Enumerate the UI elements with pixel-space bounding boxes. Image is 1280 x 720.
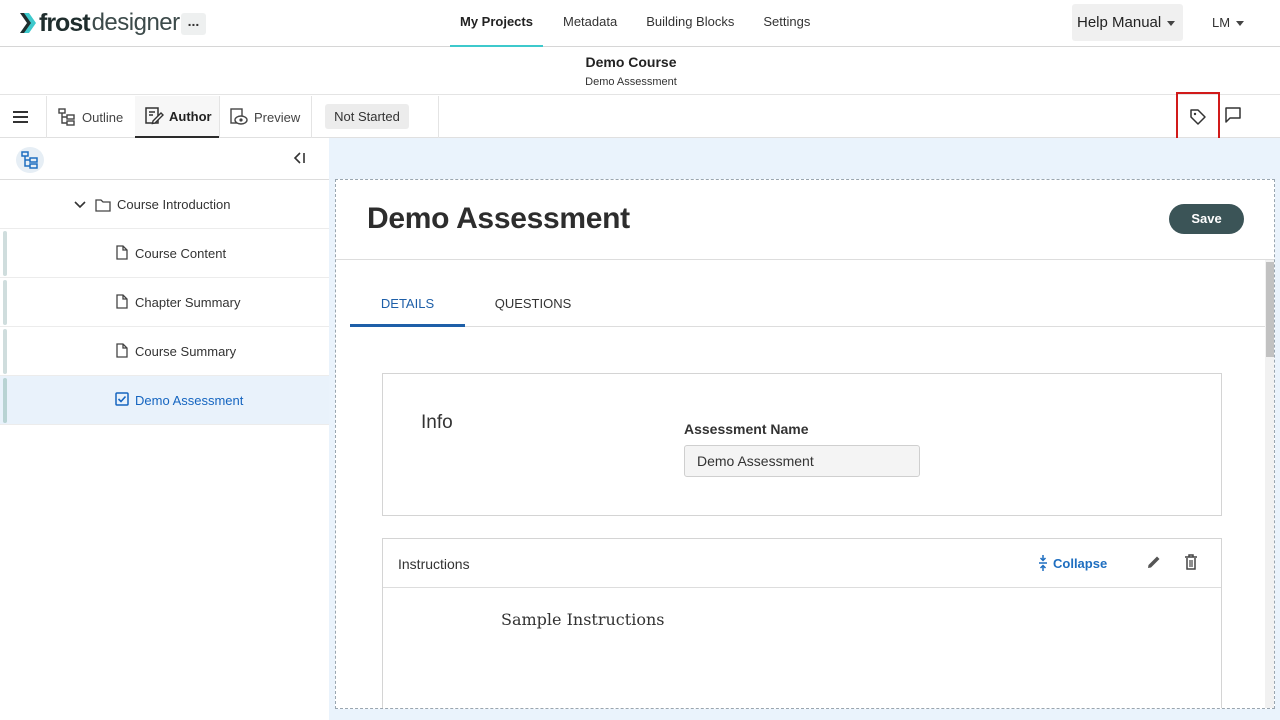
info-section: Info Assessment Name Demo Assessment: [382, 373, 1222, 516]
scrollbar-thumb[interactable]: [1266, 262, 1274, 357]
chevron-down-icon: [1167, 20, 1176, 26]
save-button[interactable]: Save: [1169, 204, 1244, 234]
author-label: Author: [169, 108, 212, 124]
tab-questions[interactable]: QUESTIONS: [483, 280, 583, 327]
help-manual-label: Help Manual: [1077, 14, 1162, 31]
nav-settings[interactable]: Settings: [754, 0, 819, 47]
instructions-header: Instructions Collapse: [383, 539, 1221, 588]
instructions-body[interactable]: Sample Instructions: [501, 610, 664, 629]
chevron-down-icon[interactable]: [74, 200, 86, 210]
preview-view-button[interactable]: Preview: [229, 96, 300, 138]
author-edit-icon: [145, 107, 164, 125]
hamburger-icon: [13, 116, 28, 118]
author-view-button[interactable]: Author: [135, 96, 219, 138]
preview-eye-icon: [230, 108, 248, 125]
outline-label: Outline: [82, 109, 124, 125]
more-options-button[interactable]: ...: [181, 13, 206, 35]
comment-icon: [1225, 107, 1241, 123]
info-title: Info: [421, 412, 453, 433]
tree-structure-icon: [21, 151, 38, 169]
collapse-button[interactable]: Collapse: [1038, 555, 1107, 571]
menu-toggle-button[interactable]: [0, 96, 47, 138]
top-nav: frost designer ... My Projects Metadata …: [0, 0, 1280, 47]
help-manual-dropdown[interactable]: Help Manual: [1072, 4, 1183, 41]
assessment-check-icon: [115, 392, 129, 406]
outline-view-button[interactable]: Outline: [57, 96, 123, 138]
instructions-section: Instructions Collapse Sample Instruction…: [382, 538, 1222, 708]
assessment-editor: Demo Assessment Save DETAILS QUESTIONS I…: [335, 179, 1275, 709]
tree-item-label: Course Introduction: [117, 197, 231, 212]
app-logo[interactable]: frost designer: [20, 9, 180, 37]
page-icon: [116, 343, 128, 358]
status-badge[interactable]: Not Started: [325, 104, 409, 129]
tree-item-demo-assessment[interactable]: Demo Assessment: [0, 376, 329, 425]
collapse-label: Collapse: [1053, 555, 1108, 571]
outline-tree-icon: [58, 108, 75, 126]
tag-icon: [1190, 109, 1206, 125]
nav-my-projects[interactable]: My Projects: [450, 0, 543, 47]
editor-header: Demo Assessment Save: [336, 180, 1274, 260]
editor-tabs: DETAILS QUESTIONS: [350, 280, 1266, 327]
tag-button[interactable]: [1176, 92, 1220, 143]
page-icon: [116, 245, 128, 260]
user-initials: LM: [1212, 15, 1231, 30]
hamburger-icon: [13, 111, 28, 113]
tree-item-chapter-summary[interactable]: Chapter Summary: [0, 278, 329, 327]
tree-item-course-introduction[interactable]: Course Introduction: [0, 180, 329, 229]
tree-view-button[interactable]: [16, 147, 44, 173]
course-header: Demo Course Demo Assessment: [0, 47, 1280, 95]
brand-suffix: designer: [91, 9, 181, 36]
sidebar-header: [0, 138, 329, 180]
preview-label: Preview: [254, 109, 301, 125]
tab-details[interactable]: DETAILS: [350, 280, 465, 327]
chevron-down-icon: [1236, 21, 1245, 27]
instructions-title: Instructions: [398, 556, 470, 572]
tree-item-label: Demo Assessment: [135, 393, 244, 408]
editor-scrollbar[interactable]: [1265, 260, 1274, 708]
collapse-sidebar-icon[interactable]: [292, 151, 306, 165]
tree-item-course-content[interactable]: Course Content: [0, 229, 329, 278]
tree-item-label: Course Content: [135, 246, 227, 261]
assessment-name-input[interactable]: Demo Assessment: [684, 445, 920, 477]
tree-item-label: Course Summary: [135, 344, 237, 359]
tree-item-course-summary[interactable]: Course Summary: [0, 327, 329, 376]
tree-item-label: Chapter Summary: [135, 295, 241, 310]
course-subtitle: Demo Assessment: [585, 76, 677, 88]
view-toolbar: Outline Author Preview Not Started: [0, 96, 1280, 138]
page-title: Demo Assessment: [367, 202, 630, 235]
nav-metadata[interactable]: Metadata: [554, 0, 626, 47]
pencil-icon[interactable]: [1146, 554, 1162, 570]
assessment-name-label: Assessment Name: [684, 421, 809, 437]
collapse-arrows-icon: [1039, 555, 1047, 571]
comments-button[interactable]: [1224, 106, 1242, 129]
user-menu[interactable]: LM: [1212, 15, 1245, 30]
outline-sidebar: Course Introduction Course Content Chapt…: [0, 138, 329, 720]
main-nav: My Projects Metadata Building Blocks Set…: [450, 0, 830, 47]
hamburger-icon: [13, 121, 28, 123]
nav-building-blocks[interactable]: Building Blocks: [637, 0, 743, 47]
trash-icon[interactable]: [1184, 554, 1198, 570]
folder-icon: [95, 199, 111, 212]
frost-logo-icon: [20, 13, 36, 33]
page-icon: [116, 294, 128, 309]
course-title: Demo Course: [585, 54, 677, 70]
brand-name: frost: [39, 8, 91, 37]
